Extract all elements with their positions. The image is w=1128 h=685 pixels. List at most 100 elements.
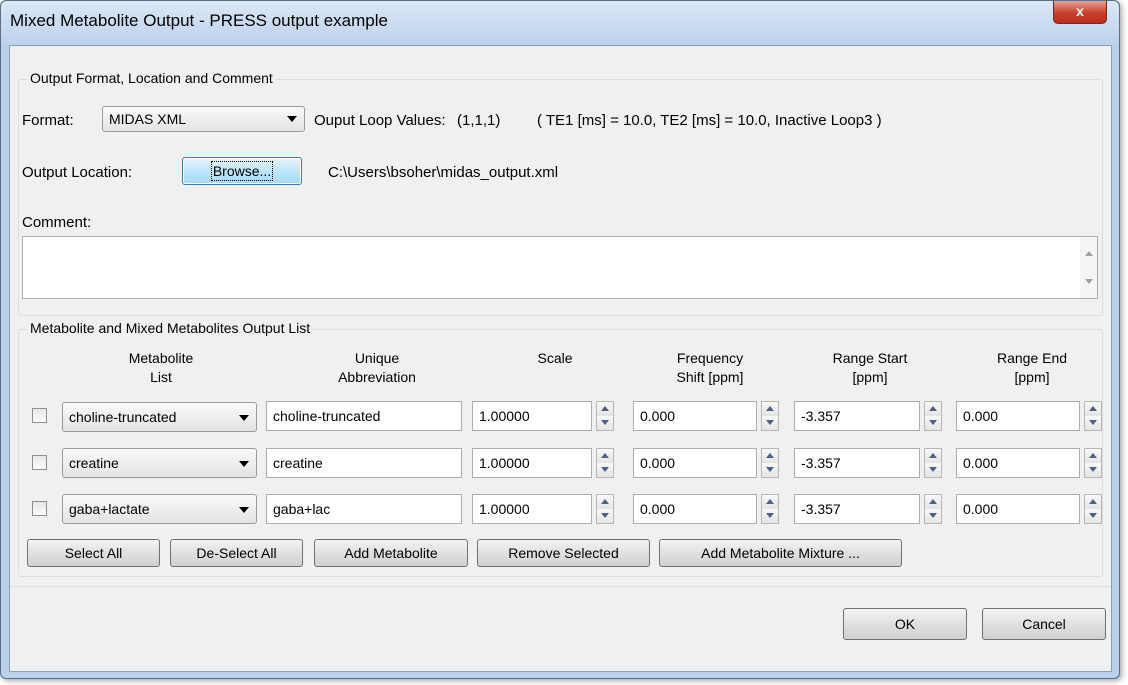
header-range-end-line2: [ppm]: [1014, 369, 1050, 385]
abbreviation-input[interactable]: gaba+lac: [266, 494, 462, 524]
scale-input[interactable]: 1.00000: [472, 448, 592, 478]
frequency-shift-input[interactable]: 0.000: [633, 494, 757, 524]
frequency-shift-value: 0.000: [640, 455, 676, 471]
spin-down-icon[interactable]: [762, 416, 778, 430]
spin-down-icon[interactable]: [597, 509, 613, 523]
spin-up-icon[interactable]: [597, 449, 613, 464]
spin-up-icon[interactable]: [925, 449, 941, 464]
header-abbrev-line1: Unique: [354, 350, 400, 366]
header-range-end-line1: Range End: [996, 350, 1068, 366]
frequency-spinner[interactable]: [761, 448, 779, 478]
scale-spinner[interactable]: [596, 494, 614, 524]
spin-down-icon[interactable]: [597, 416, 613, 430]
select-all-button[interactable]: Select All: [27, 539, 160, 567]
header-freq-line2: Shift [ppm]: [676, 369, 744, 385]
range-start-spinner[interactable]: [924, 494, 942, 524]
range-end-spinner[interactable]: [1084, 494, 1102, 524]
metabolite-select[interactable]: creatine: [62, 448, 257, 478]
frequency-shift-input[interactable]: 0.000: [633, 448, 757, 478]
header-metabolite-line2: List: [150, 369, 172, 385]
metabolite-select-value: creatine: [69, 455, 119, 471]
scroll-down-icon[interactable]: [1085, 279, 1093, 284]
metabolite-select[interactable]: gaba+lactate: [62, 494, 257, 524]
close-button[interactable]: x: [1053, 1, 1107, 24]
scroll-up-icon[interactable]: [1085, 251, 1093, 256]
scale-input[interactable]: 1.00000: [472, 401, 592, 431]
range-end-input[interactable]: 0.000: [956, 494, 1080, 524]
range-start-spinner[interactable]: [924, 401, 942, 431]
metabolite-select[interactable]: choline-truncated: [62, 402, 257, 432]
format-select[interactable]: MIDAS XML: [102, 106, 305, 132]
comment-textarea[interactable]: [22, 236, 1098, 299]
abbreviation-input[interactable]: choline-truncated: [266, 401, 462, 431]
spin-up-icon[interactable]: [762, 449, 778, 464]
cancel-button[interactable]: Cancel: [982, 608, 1106, 640]
scale-value: 1.00000: [479, 501, 530, 517]
range-end-input[interactable]: 0.000: [956, 401, 1080, 431]
deselect-all-button[interactable]: De-Select All: [170, 539, 303, 567]
title-bar[interactable]: Mixed Metabolite Output - PRESS output e…: [1, 1, 1119, 45]
spin-up-icon[interactable]: [1085, 495, 1101, 510]
spin-up-icon[interactable]: [1085, 449, 1101, 464]
spin-down-icon[interactable]: [925, 416, 941, 430]
scale-spinner[interactable]: [596, 401, 614, 431]
spin-up-icon[interactable]: [597, 402, 613, 417]
spin-up-icon[interactable]: [925, 402, 941, 417]
spin-up-icon[interactable]: [762, 402, 778, 417]
spin-up-icon[interactable]: [597, 495, 613, 510]
row-select-checkbox[interactable]: [32, 501, 47, 516]
scale-input[interactable]: 1.00000: [472, 494, 592, 524]
frequency-spinner[interactable]: [761, 494, 779, 524]
range-end-value: 0.000: [963, 455, 999, 471]
format-label: Format:: [22, 112, 74, 129]
spin-down-icon[interactable]: [925, 463, 941, 477]
range-end-input[interactable]: 0.000: [956, 448, 1080, 478]
spin-up-icon[interactable]: [925, 495, 941, 510]
chevron-down-icon: [287, 116, 297, 122]
header-unique-abbreviation: Unique Abbreviation: [292, 349, 462, 387]
header-range-start-line2: [ppm]: [852, 369, 888, 385]
comment-scrollbar[interactable]: [1080, 237, 1097, 298]
header-range-start: Range Start [ppm]: [805, 349, 935, 387]
loop-values-label: Ouput Loop Values:: [314, 112, 446, 129]
frequency-spinner[interactable]: [761, 401, 779, 431]
add-metabolite-mixture-button[interactable]: Add Metabolite Mixture ...: [659, 539, 902, 567]
spin-down-icon[interactable]: [597, 463, 613, 477]
format-select-value: MIDAS XML: [109, 111, 187, 127]
header-range-end: Range End [ppm]: [972, 349, 1092, 387]
spin-down-icon[interactable]: [762, 509, 778, 523]
frequency-shift-value: 0.000: [640, 501, 676, 517]
header-abbrev-line2: Abbreviation: [338, 369, 416, 385]
dialog-client: Output Format, Location and Comment Form…: [9, 45, 1112, 672]
browse-button-label: Browse...: [210, 161, 274, 181]
spin-down-icon[interactable]: [1085, 416, 1101, 430]
spin-down-icon[interactable]: [1085, 463, 1101, 477]
output-location-label: Output Location:: [22, 164, 133, 181]
range-start-value: -3.357: [801, 408, 841, 424]
spin-up-icon[interactable]: [1085, 402, 1101, 417]
chevron-down-icon: [239, 507, 249, 513]
row-select-checkbox[interactable]: [32, 408, 47, 423]
close-icon: x: [1076, 3, 1084, 19]
spin-down-icon[interactable]: [925, 509, 941, 523]
output-location-path: C:\Users\bsoher\midas_output.xml: [328, 164, 559, 181]
range-start-input[interactable]: -3.357: [794, 494, 920, 524]
ok-button[interactable]: OK: [843, 608, 967, 640]
range-end-spinner[interactable]: [1084, 448, 1102, 478]
abbreviation-input[interactable]: creatine: [266, 448, 462, 478]
frequency-shift-input[interactable]: 0.000: [633, 401, 757, 431]
abbreviation-value: gaba+lac: [273, 501, 331, 517]
range-end-spinner[interactable]: [1084, 401, 1102, 431]
browse-button[interactable]: Browse...: [182, 157, 302, 185]
spin-down-icon[interactable]: [1085, 509, 1101, 523]
range-start-spinner[interactable]: [924, 448, 942, 478]
range-start-input[interactable]: -3.357: [794, 448, 920, 478]
add-metabolite-button[interactable]: Add Metabolite: [314, 539, 468, 567]
row-select-checkbox[interactable]: [32, 455, 47, 470]
header-metabolite-list: Metabolite List: [96, 349, 226, 387]
remove-selected-button[interactable]: Remove Selected: [477, 539, 650, 567]
spin-down-icon[interactable]: [762, 463, 778, 477]
range-start-input[interactable]: -3.357: [794, 401, 920, 431]
scale-spinner[interactable]: [596, 448, 614, 478]
spin-up-icon[interactable]: [762, 495, 778, 510]
